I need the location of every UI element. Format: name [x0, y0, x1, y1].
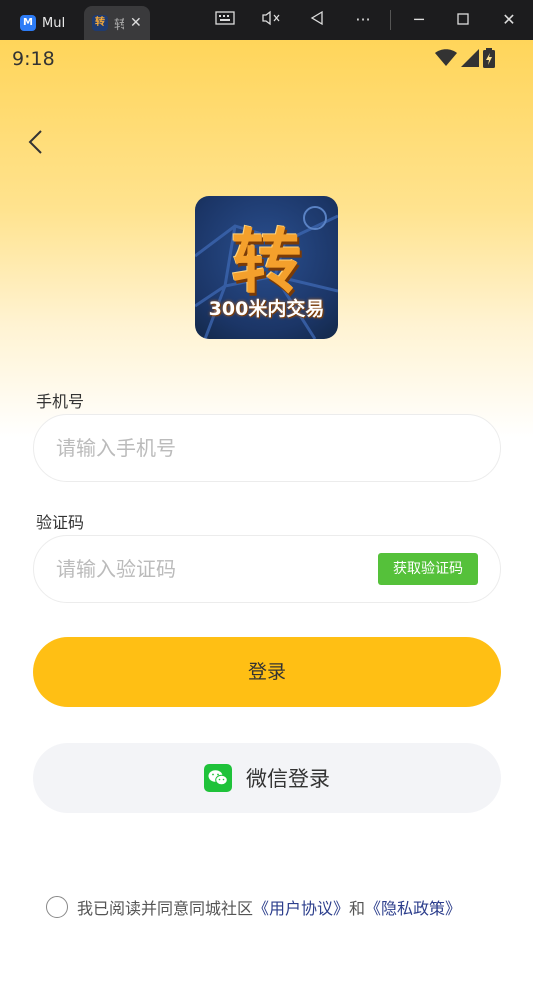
privacy-policy-link[interactable]: 《隐私政策》 — [365, 895, 461, 919]
phone-label: 手机号 — [36, 392, 85, 411]
battery-icon — [483, 48, 495, 68]
user-agreement-link[interactable]: 《用户协议》 — [253, 895, 349, 919]
logo-tagline: 300米内交易 — [208, 298, 325, 320]
tab-label: MuMu — [42, 15, 64, 31]
minimize-icon[interactable]: ─ — [408, 10, 430, 30]
logo-big-char: 转 — [231, 221, 302, 303]
keyboard-icon[interactable] — [214, 10, 236, 30]
titlebar-divider — [390, 10, 391, 30]
close-tab-icon[interactable]: ✕ — [130, 15, 142, 31]
agreement-text: 我已阅读并同意同城社区 — [77, 899, 254, 918]
tab-zhuan[interactable]: 转 转 ✕ — [84, 6, 150, 40]
app-logo: 转 300米内交易 — [195, 196, 338, 339]
window-titlebar: M MuMu 转 转 ✕ ··· ─ ✕ — [0, 0, 533, 40]
wifi-icon — [435, 49, 457, 66]
login-button[interactable]: 登录 — [33, 637, 501, 707]
phone-screen: 9:18 转 300米内交易 手机号 验证码 获取验证码 — [0, 40, 533, 987]
more-icon[interactable]: ··· — [352, 10, 374, 30]
maximize-icon[interactable] — [452, 10, 474, 30]
code-label: 验证码 — [36, 513, 85, 532]
status-time: 9:18 — [12, 48, 55, 70]
agreement-and: 和 — [349, 899, 366, 918]
mumu-app-icon: M — [20, 15, 36, 31]
agreement-row: 我已阅读并同意同城社区 《用户协议》 和 《隐私政策》 — [46, 895, 461, 919]
agree-radio[interactable] — [46, 896, 68, 918]
code-input[interactable] — [56, 536, 376, 602]
close-window-icon[interactable]: ✕ — [498, 10, 520, 30]
phone-field — [33, 414, 501, 482]
tab-mumu[interactable]: M MuMu — [12, 6, 82, 40]
signal-icon — [461, 49, 479, 67]
status-bar: 9:18 — [0, 40, 533, 78]
wechat-icon — [204, 764, 232, 792]
back-arrow-icon[interactable] — [24, 128, 52, 156]
tab-label: 转 — [114, 17, 124, 33]
get-code-button[interactable]: 获取验证码 — [378, 553, 478, 585]
wechat-login-label: 微信登录 — [246, 767, 330, 791]
zhuan-app-icon: 转 — [92, 15, 108, 31]
wechat-login-button[interactable]: 微信登录 — [33, 743, 501, 813]
back-nav-icon[interactable] — [306, 10, 328, 30]
mute-icon[interactable] — [260, 10, 282, 30]
phone-input[interactable] — [56, 415, 376, 481]
code-field: 获取验证码 — [33, 535, 501, 603]
